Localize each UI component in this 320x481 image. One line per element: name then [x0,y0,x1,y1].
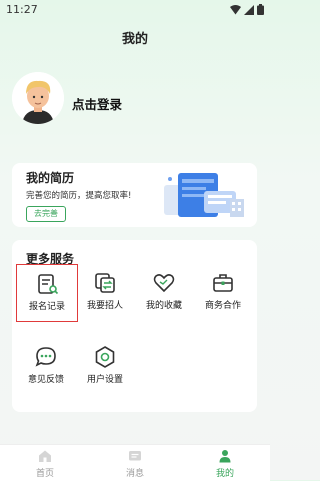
swap-icon [95,273,115,293]
service-business-cooperation[interactable]: 商务合作 [193,264,253,320]
chat-bubble-icon [35,347,56,367]
status-time: 11:27 [6,3,38,16]
person-icon [219,450,231,463]
services-card: 更多服务 报名记录 我要招人 我的收藏 商务合作 意见反馈 用户设置 [12,240,257,412]
tab-home[interactable]: 首页 [15,449,75,479]
bottom-tab-bar: 首页 消息 我的 [0,444,270,481]
service-favorites[interactable]: 我的收藏 [134,264,194,320]
tab-label: 我的 [215,469,234,479]
battery-icon [257,4,264,15]
page-title: 我的 [121,32,148,47]
briefcase-icon [213,274,233,292]
document-search-icon [38,274,59,295]
service-signup-records[interactable]: 报名记录 [16,264,78,322]
tab-messages[interactable]: 消息 [105,449,165,479]
resume-card[interactable]: 我的简历 完善您的简历，提高您取率! 去完善 [12,163,257,227]
signal-icon [244,4,254,15]
login-link[interactable]: 点击登录 [72,94,122,113]
tab-label: 消息 [125,469,144,479]
service-user-settings[interactable]: 用户设置 [75,338,135,394]
complete-resume-button[interactable]: 去完善 [26,206,66,222]
status-icons [230,4,264,15]
service-label: 商务合作 [204,301,241,311]
resume-title: 我的简历 [26,171,75,185]
service-label: 意见反馈 [27,375,64,385]
service-label: 我要招人 [86,301,123,311]
service-feedback[interactable]: 意见反馈 [16,338,76,394]
settings-icon [95,346,115,368]
service-label: 报名记录 [28,302,65,312]
status-bar: 11:27 [0,0,270,20]
tab-mine[interactable]: 我的 [195,449,255,479]
avatar-illustration-icon [12,72,64,124]
resume-subtitle: 完善您的简历，提高您取率! [26,191,132,201]
wifi-icon [230,4,241,14]
message-icon [129,451,141,461]
service-hire[interactable]: 我要招人 [75,264,135,320]
service-label: 用户设置 [86,375,123,385]
avatar[interactable] [12,72,64,124]
home-icon [39,450,51,462]
heart-icon [153,274,175,293]
service-label: 我的收藏 [145,301,182,311]
resume-illustration-icon [164,173,244,217]
tab-label: 首页 [35,469,54,479]
